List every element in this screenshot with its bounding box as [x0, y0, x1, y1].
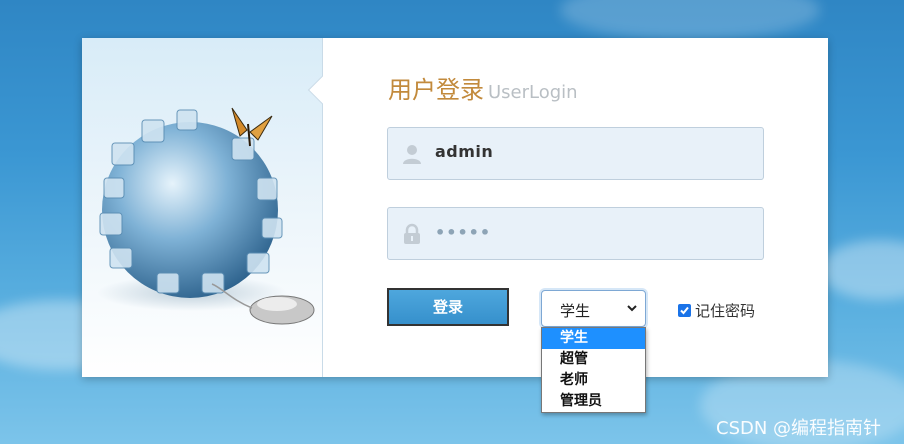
- user-icon: [403, 145, 421, 164]
- chevron-down-icon: [627, 305, 637, 312]
- remember-checkbox[interactable]: [678, 304, 691, 317]
- background-cloud: [560, 0, 820, 40]
- title-en: UserLogin: [488, 82, 578, 103]
- username-field[interactable]: admin: [387, 127, 764, 180]
- password-value: •••••: [435, 223, 492, 242]
- role-select[interactable]: 学生: [541, 290, 646, 327]
- watermark: CSDN @编程指南针: [716, 418, 882, 439]
- role-option-teacher[interactable]: 老师: [542, 370, 645, 391]
- role-select-value: 学生: [560, 302, 591, 320]
- role-dropdown: 学生 超管 老师 管理员: [541, 327, 646, 413]
- illustration-panel: [82, 38, 323, 377]
- globe-puzzle-icon: [97, 107, 315, 325]
- role-option-admin[interactable]: 管理员: [542, 391, 645, 412]
- remember-password[interactable]: 记住密码: [678, 300, 755, 321]
- remember-label: 记住密码: [695, 302, 756, 320]
- role-option-student[interactable]: 学生: [542, 328, 645, 349]
- login-button[interactable]: 登录: [387, 288, 509, 326]
- background-cloud: [820, 240, 904, 300]
- lock-icon: [404, 223, 420, 244]
- username-value: admin: [435, 142, 494, 161]
- login-panel: 用户登录 UserLogin admin ••••• 登录 学生 学生 超管 老师…: [82, 38, 828, 413]
- title-cn: 用户登录: [388, 76, 484, 104]
- role-option-superadmin[interactable]: 超管: [542, 349, 645, 370]
- password-field[interactable]: •••••: [387, 207, 764, 260]
- check-icon: [680, 306, 689, 315]
- form-title: 用户登录 UserLogin: [388, 70, 578, 105]
